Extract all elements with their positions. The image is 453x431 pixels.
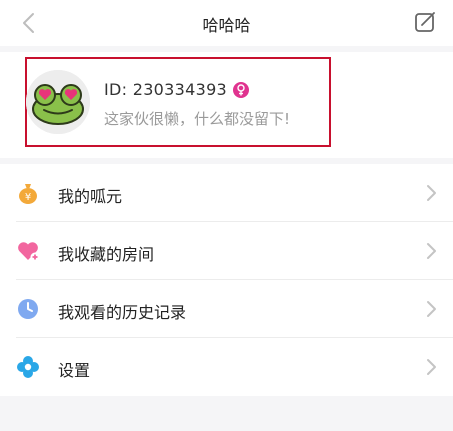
chevron-right-icon xyxy=(427,301,436,317)
chevron-right-icon xyxy=(427,243,436,259)
menu-item-label: 我收藏的房间 xyxy=(58,245,155,264)
menu-item-favorites[interactable]: 我收藏的房间 xyxy=(0,222,453,280)
menu-list: ¥ 我的呱元 我收藏的房间 我观看的历史记录 设置 xyxy=(0,164,453,396)
money-bag-icon: ¥ xyxy=(19,184,37,204)
female-icon xyxy=(233,82,249,98)
menu-item-wallet[interactable]: ¥ 我的呱元 xyxy=(0,164,453,222)
user-bio: 这家伙很懒，什么都没留下! xyxy=(104,110,291,128)
nav-bar: 哈哈哈 xyxy=(0,0,453,46)
user-id: ID: 230334393 xyxy=(104,80,228,99)
profile-card[interactable]: ID: 230334393 这家伙很懒，什么都没留下! xyxy=(0,52,453,158)
edit-icon[interactable] xyxy=(413,10,437,34)
menu-item-label: 我观看的历史记录 xyxy=(58,303,187,322)
clock-icon xyxy=(18,299,38,319)
avatar[interactable] xyxy=(26,70,90,134)
gear-icon xyxy=(17,356,39,378)
chevron-right-icon xyxy=(427,359,436,375)
page-title: 哈哈哈 xyxy=(202,16,251,35)
menu-item-label: 我的呱元 xyxy=(58,187,123,206)
svg-text:¥: ¥ xyxy=(25,192,31,203)
menu-item-settings[interactable]: 设置 xyxy=(0,338,453,396)
menu-item-label: 设置 xyxy=(58,361,91,380)
chevron-right-icon xyxy=(427,185,436,201)
frog-avatar-icon xyxy=(26,70,90,134)
heart-plus-icon xyxy=(18,242,40,262)
menu-item-history[interactable]: 我观看的历史记录 xyxy=(0,280,453,338)
